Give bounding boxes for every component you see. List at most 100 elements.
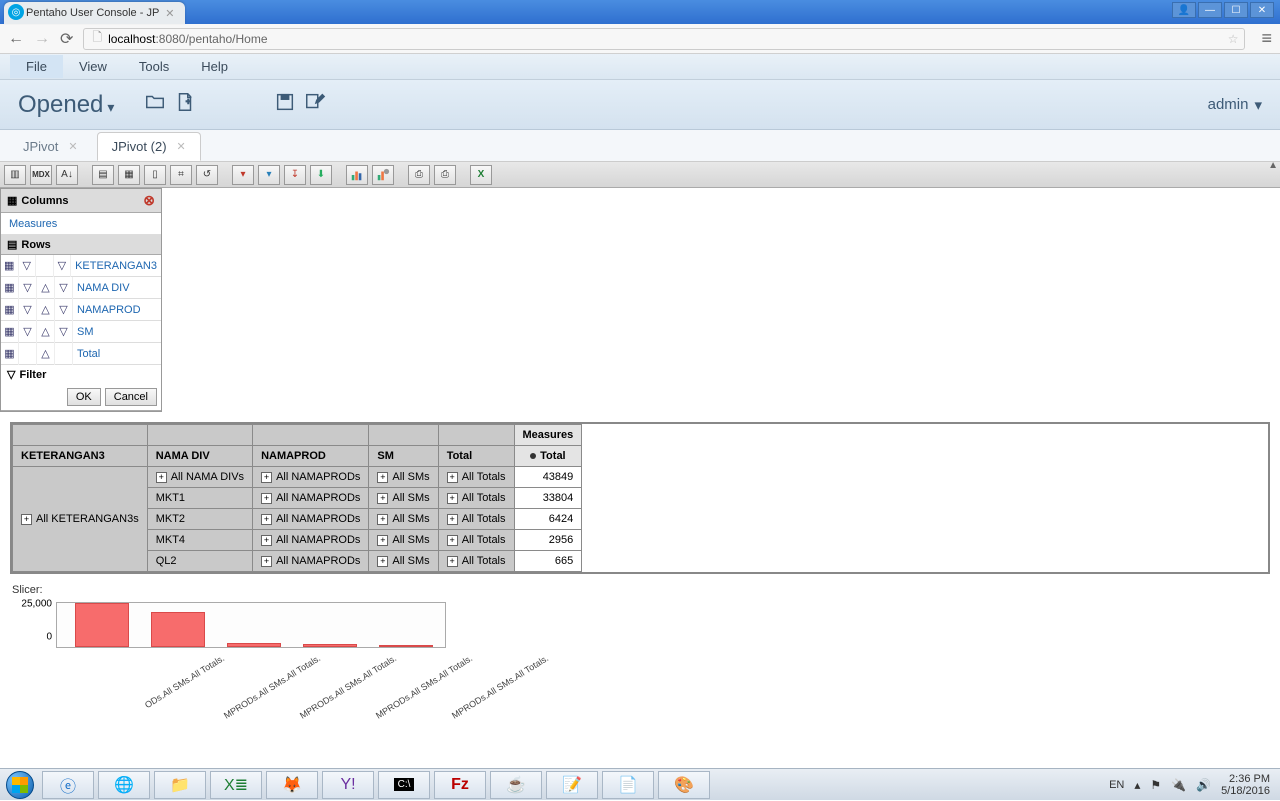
taskbar-paint[interactable]: 🎨 [658,771,710,799]
expand-icon[interactable]: + [447,535,458,546]
perspective-switcher[interactable]: Opened▾ [18,91,114,119]
move-up-icon[interactable]: △ [37,343,55,365]
expand-icon[interactable]: + [377,493,388,504]
sort-icon[interactable]: ▽ [55,321,73,343]
drill-through-icon[interactable]: ⬇ [310,165,332,185]
nav-measures[interactable]: Measures [1,213,161,235]
tray-flag-icon[interactable]: ⚑ [1150,778,1161,792]
expand-icon[interactable]: + [377,535,388,546]
menu-view[interactable]: View [63,55,123,78]
expand-icon[interactable]: + [377,556,388,567]
expand-icon[interactable]: + [377,514,388,525]
tab-jpivot-1[interactable]: JPivot✕ [8,132,93,161]
taskbar-firefox[interactable]: 🦊 [266,771,318,799]
drill-member-icon[interactable]: ▾ [232,165,254,185]
cell[interactable]: +All Totals [438,509,514,530]
cell[interactable]: +All SMs [369,488,438,509]
nav-row[interactable]: ▦▽△▽NAMA DIV [1,277,161,299]
menu-tools[interactable]: Tools [123,55,185,78]
drill-replace-icon[interactable]: ↧ [284,165,306,185]
bookmark-star-icon[interactable]: ☆ [1228,32,1239,46]
swap-axes-icon[interactable]: ↺ [196,165,218,185]
close-tab-icon[interactable]: ✕ [165,7,174,20]
taskbar-ie[interactable]: ⓔ [42,771,94,799]
taskbar-filezilla[interactable]: Fz [434,771,486,799]
cell[interactable]: +All Totals [438,467,514,488]
cell[interactable]: +All Totals [438,488,514,509]
close-icon[interactable]: ✕ [68,140,77,153]
tray-network-icon[interactable]: 🔌 [1171,778,1186,792]
cell[interactable]: MKT1 [147,488,252,509]
move-icon[interactable]: ▦ [1,255,19,277]
cell[interactable]: QL2 [147,551,252,572]
expand-icon[interactable]: + [377,472,388,483]
cell[interactable]: +All SMs [369,530,438,551]
expand-icon[interactable]: + [156,472,167,483]
expand-icon[interactable]: + [261,535,272,546]
chart-config-icon[interactable] [372,165,394,185]
nav-row[interactable]: ▦△Total [1,343,161,365]
taskbar-explorer[interactable]: 📁 [154,771,206,799]
sort-icon[interactable]: ▽ [54,255,72,277]
sort-icon[interactable]: A↓ [56,165,78,185]
window-maximize-icon[interactable]: ☐ [1224,2,1248,18]
cell[interactable]: +All NAMAPRODs [253,488,369,509]
cell[interactable]: +All KETERANGAN3s [13,467,148,572]
nav-dim-link[interactable]: Total [73,348,161,360]
drill-position-icon[interactable]: ▾ [258,165,280,185]
filter-icon[interactable]: ▽ [19,299,37,321]
nav-row[interactable]: ▦▽▽KETERANGAN3 [1,255,161,277]
taskbar-wordpad[interactable]: 📄 [602,771,654,799]
nav-row[interactable]: ▦▽△▽NAMAPROD [1,299,161,321]
address-bar[interactable]: 🗋 localhost:8080/pentaho/Home ☆ [83,28,1245,50]
move-icon[interactable]: ▦ [1,299,19,321]
edit-icon[interactable] [304,91,326,119]
browser-tab[interactable]: ◎ Pentaho User Console - JP ✕ [4,2,185,24]
nav-dim-link[interactable]: NAMA DIV [73,282,161,294]
start-button[interactable] [0,769,40,801]
properties-icon[interactable]: ▯ [144,165,166,185]
nav-row[interactable]: ▦▽△▽SM [1,321,161,343]
close-icon[interactable]: ✕ [177,140,186,153]
cell[interactable]: +All SMs [369,509,438,530]
taskbar-cmd[interactable]: C:\ [378,771,430,799]
move-up-icon[interactable]: △ [37,277,55,299]
move-icon[interactable]: ▦ [1,277,19,299]
taskbar-java[interactable]: ☕ [490,771,542,799]
tray-lang[interactable]: EN [1109,779,1124,791]
back-button[interactable]: ← [8,30,24,48]
cell[interactable]: +All SMs [369,467,438,488]
window-minimize-icon[interactable]: — [1198,2,1222,18]
expand-icon[interactable]: + [261,493,272,504]
save-icon[interactable] [274,91,296,119]
cell[interactable]: +All NAMAPRODs [253,509,369,530]
expand-icon[interactable]: + [261,472,272,483]
menu-file[interactable]: File [10,55,63,78]
chart-icon[interactable] [346,165,368,185]
mdx-icon[interactable]: MDX [30,165,52,185]
filter-icon[interactable]: ▽ [19,255,37,277]
tab-jpivot-2[interactable]: JPivot (2)✕ [97,132,201,161]
total-header[interactable]: Total [514,446,582,467]
cell[interactable]: +All SMs [369,551,438,572]
col-header[interactable]: Total [438,446,514,467]
tray-clock[interactable]: 2:36 PM 5/18/2016 [1221,773,1270,797]
show-parents-icon[interactable]: ▤ [92,165,114,185]
taskbar-notepad[interactable]: 📝 [546,771,598,799]
cell[interactable]: +All NAMAPRODs [253,530,369,551]
close-icon[interactable]: ⊗ [143,192,155,209]
excel-export-icon[interactable]: X [470,165,492,185]
cell[interactable]: MKT4 [147,530,252,551]
expand-icon[interactable]: + [21,514,32,525]
filter-icon[interactable]: ▽ [19,277,37,299]
expand-icon[interactable]: + [261,556,272,567]
open-folder-icon[interactable] [144,91,166,119]
cell[interactable]: +All Totals [438,530,514,551]
nav-dim-link[interactable]: SM [73,326,161,338]
ok-button[interactable]: OK [67,388,101,406]
taskbar-yahoo[interactable]: Y! [322,771,374,799]
col-header[interactable]: NAMA DIV [147,446,252,467]
cell[interactable]: +All Totals [438,551,514,572]
user-switch-icon[interactable]: 👤 [1172,2,1196,18]
cell[interactable]: MKT2 [147,509,252,530]
